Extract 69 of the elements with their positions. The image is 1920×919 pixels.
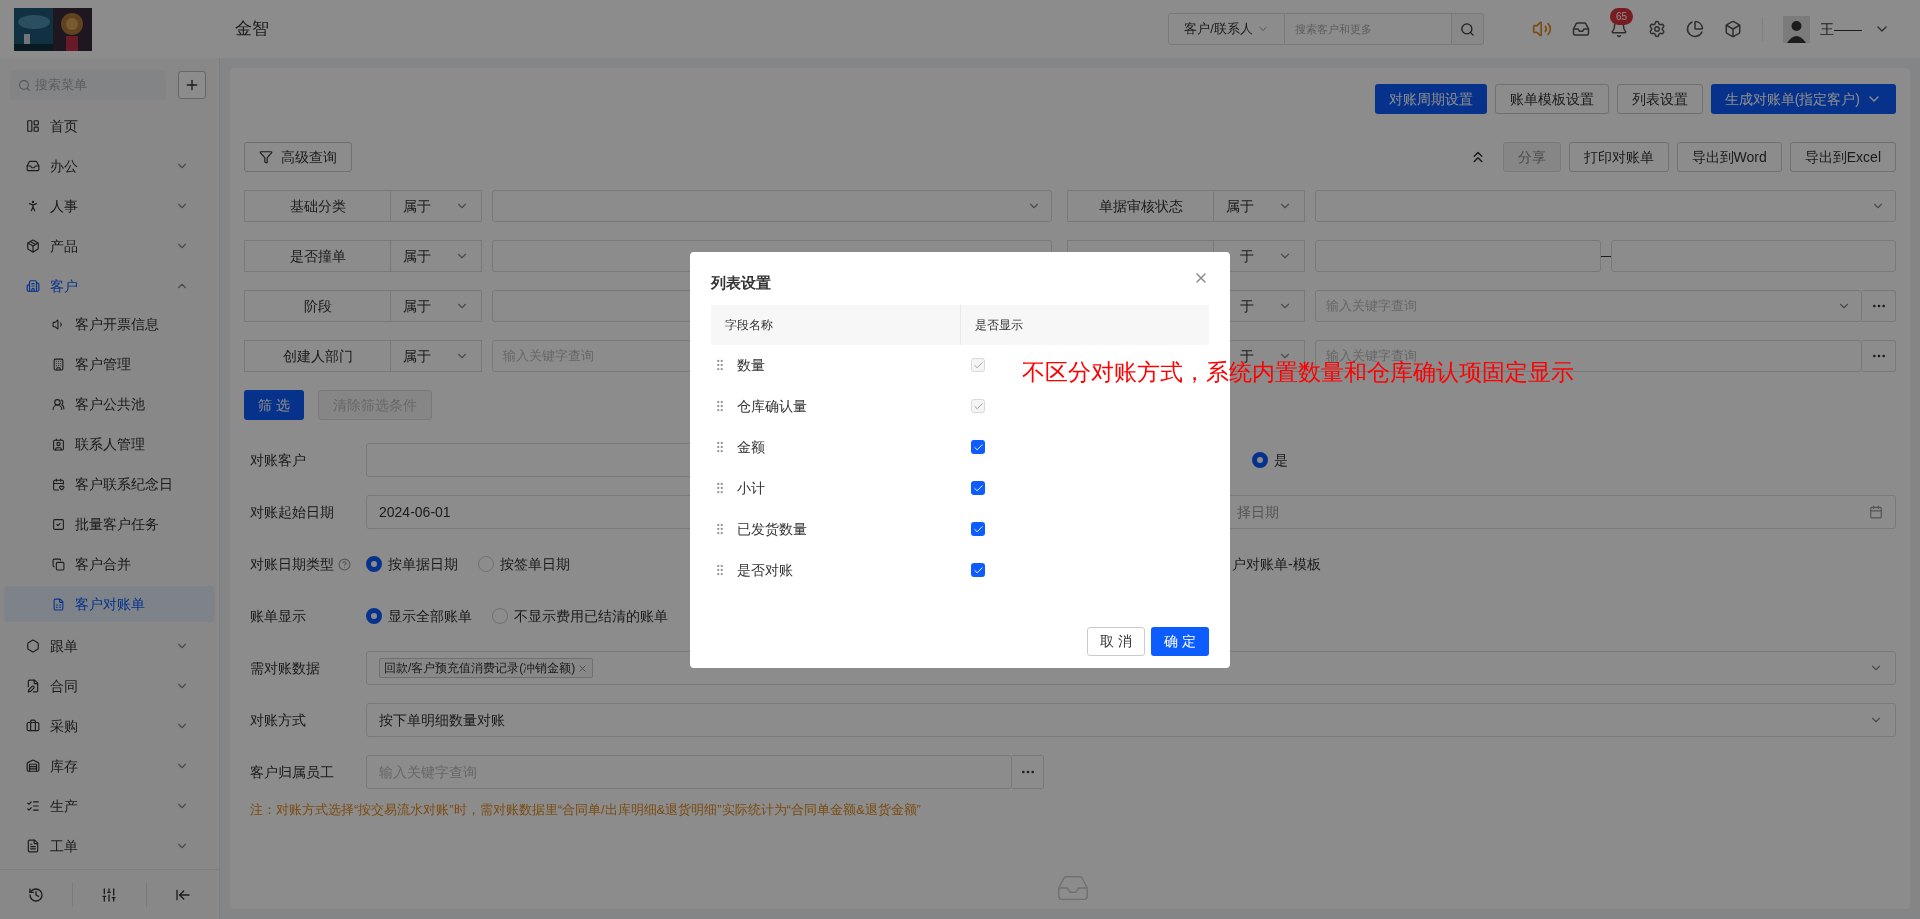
- operator-select[interactable]: 属于: [391, 340, 482, 372]
- tag: 回款/客户预充值消费记录(冲销金额): [379, 658, 594, 678]
- menu-item[interactable]: 工单: [0, 826, 219, 866]
- field-name: 小计: [737, 478, 765, 498]
- filter-label: 基础分类: [244, 190, 391, 222]
- radio-label: 不显示费用已结清的账单: [514, 606, 668, 626]
- action-button[interactable]: 打印对账单: [1568, 142, 1669, 172]
- submenu-item[interactable]: 联系人管理: [4, 426, 215, 462]
- action-button[interactable]: 导出到Excel: [1789, 142, 1896, 172]
- scope-select[interactable]: 客户/联系人: [1168, 13, 1285, 45]
- form-label: 账单显示: [250, 606, 306, 626]
- toolbar-button[interactable]: 列表设置: [1616, 84, 1703, 114]
- notification-badge: 65: [1610, 8, 1634, 25]
- submenu-item[interactable]: 客户合并: [4, 546, 215, 582]
- filter-label: 单据审核状态: [1067, 190, 1214, 222]
- operator-select[interactable]: 属于: [391, 290, 482, 322]
- form-label: 对账方式: [250, 710, 306, 730]
- operator-select[interactable]: 属于: [1214, 190, 1305, 222]
- radio-label: 按签单日期: [500, 554, 570, 574]
- menu-item[interactable]: 生产: [0, 786, 219, 826]
- operator-select[interactable]: 属于: [391, 190, 482, 222]
- menu-item[interactable]: 人事: [0, 186, 219, 226]
- field-name: 已发货数量: [737, 519, 807, 539]
- dialog-button[interactable]: 确 定: [1151, 626, 1209, 656]
- menu-item[interactable]: 客户: [0, 266, 219, 306]
- app-title: 金智: [235, 18, 269, 41]
- dialog-button[interactable]: 取 消: [1087, 626, 1145, 656]
- form-label: 对账客户: [250, 450, 306, 470]
- toolbar-button[interactable]: 账单模板设置: [1494, 84, 1609, 114]
- column-header: 字段名称: [725, 316, 773, 334]
- field-name: 数量: [737, 355, 765, 375]
- submenu-item[interactable]: 客户开票信息: [4, 306, 215, 342]
- radio-label: 是: [1274, 450, 1288, 470]
- toolbar-button[interactable]: 对账周期设置: [1374, 84, 1487, 114]
- field-name: 是否对账: [737, 560, 793, 580]
- menu-item[interactable]: 跟单: [0, 626, 219, 666]
- menu-item[interactable]: 产品: [0, 226, 219, 266]
- template-text: 户对账单-模板: [1232, 554, 1321, 574]
- note-text: 注：对账方式选择“按交易流水对账”时，需对账数据里“合同单/出库明细&退货明细”实际统计为“合同单金额&退货金额”: [249, 801, 922, 819]
- column-header: 是否显示: [975, 316, 1023, 334]
- field-name: 金额: [737, 437, 765, 457]
- form-label: 对账日期类型: [250, 554, 334, 574]
- menu-item[interactable]: 合同: [0, 666, 219, 706]
- form-label: 需对账数据: [250, 658, 320, 678]
- menu-item[interactable]: 办公: [0, 146, 219, 186]
- field-name: 仓库确认量: [737, 396, 807, 416]
- filter-label: 阶段: [244, 290, 391, 322]
- submenu-item[interactable]: 客户对账单: [4, 586, 215, 622]
- operator-select[interactable]: 属于: [391, 240, 482, 272]
- form-label: 对账起始日期: [250, 502, 334, 522]
- filter-label: 创建人部门: [244, 340, 391, 372]
- submenu-item[interactable]: 批量客户任务: [4, 506, 215, 542]
- menu-item[interactable]: 库存: [0, 746, 219, 786]
- action-button[interactable]: 导出到Word: [1676, 142, 1782, 172]
- menu-item[interactable]: 首页: [0, 106, 219, 146]
- advanced-query-button[interactable]: 高级查询: [244, 142, 352, 172]
- form-label: 客户归属员工: [250, 762, 334, 782]
- user-name: 王——: [1820, 19, 1862, 39]
- menu-item[interactable]: 采购: [0, 706, 219, 746]
- select-field[interactable]: 按下单明细数量对账: [366, 703, 1896, 737]
- radio-label: 显示全部账单: [388, 606, 472, 626]
- filter-button[interactable]: 筛 选: [244, 390, 304, 420]
- toolbar-button[interactable]: 生成对账单(指定客户): [1710, 84, 1896, 114]
- submenu-item[interactable]: 客户公共池: [4, 386, 215, 422]
- filter-label: 是否撞单: [244, 240, 391, 272]
- radio-label: 按单据日期: [388, 554, 458, 574]
- dialog-title: 列表设置: [711, 273, 771, 293]
- submenu-item[interactable]: 客户管理: [4, 346, 215, 382]
- submenu-item[interactable]: 客户联系纪念日: [4, 466, 215, 502]
